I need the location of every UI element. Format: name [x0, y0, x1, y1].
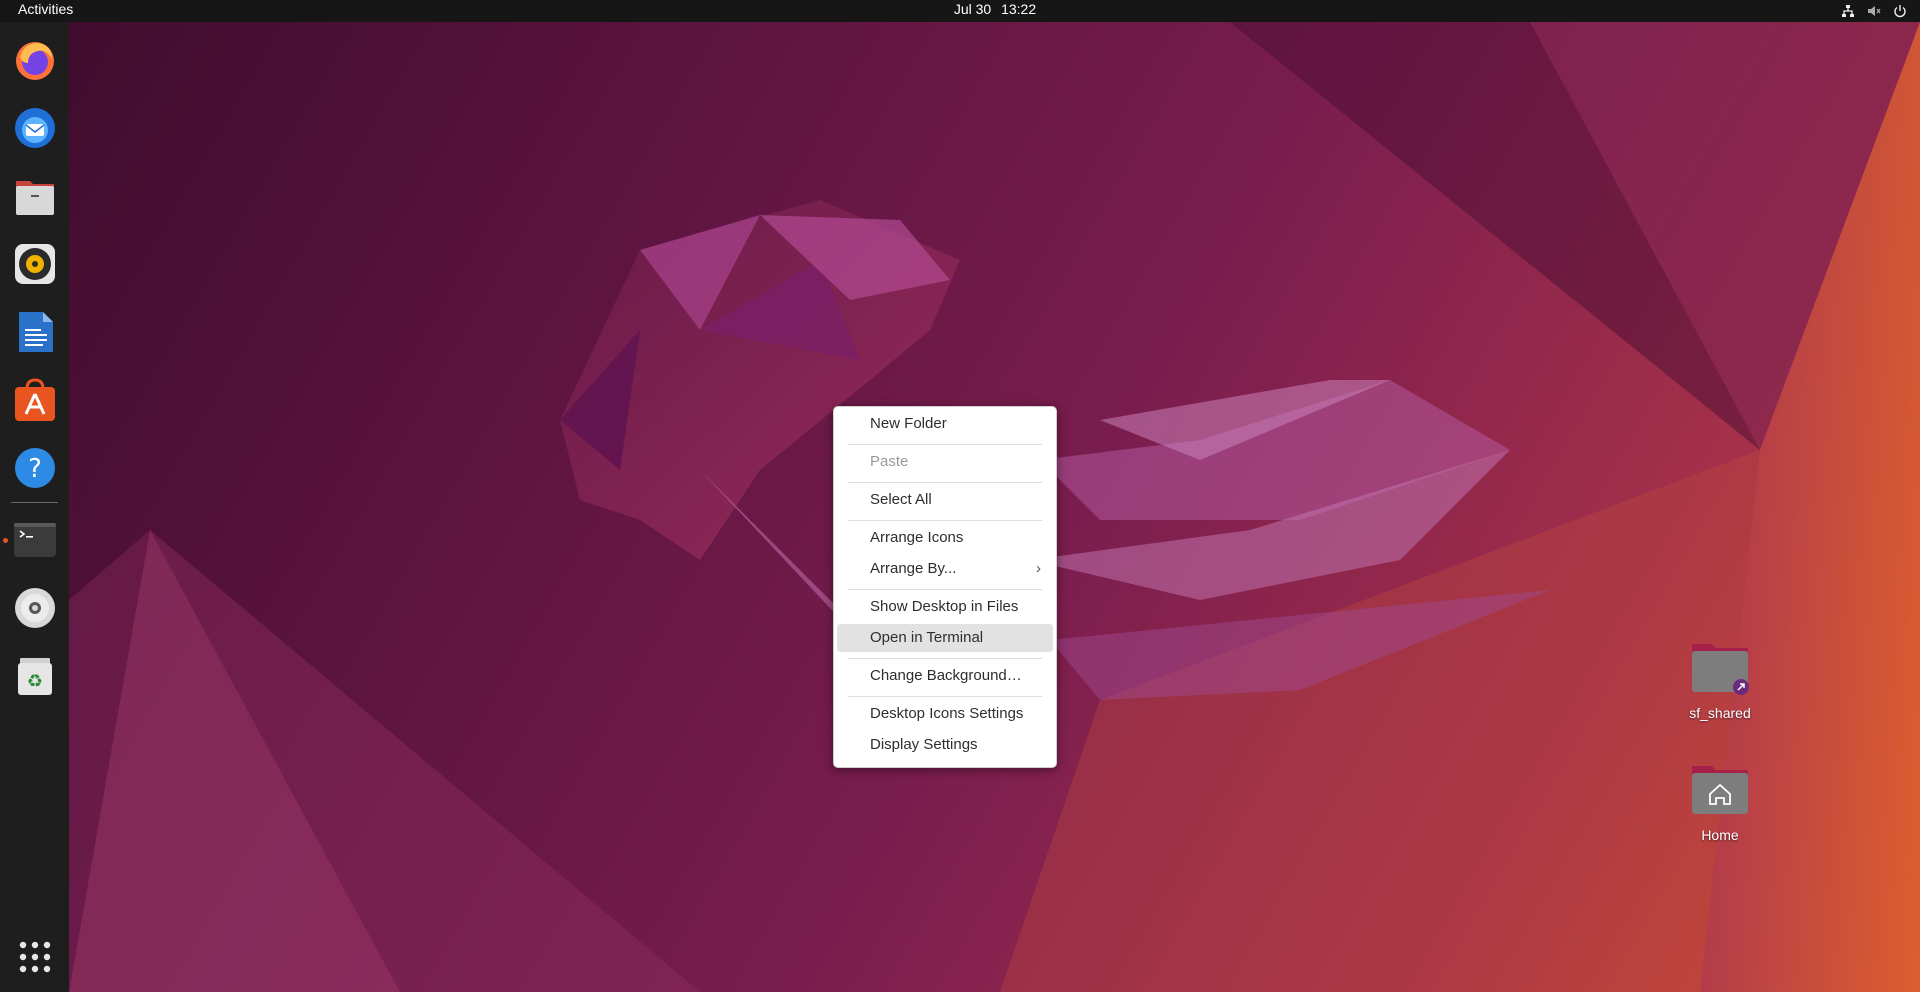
shared-folder-icon: [1692, 644, 1749, 695]
menu-separator: [848, 482, 1042, 483]
dock-item-terminal[interactable]: [10, 515, 60, 565]
clock-time: 13:22: [1001, 1, 1037, 17]
menu-item-show-desktop-in-files[interactable]: Show Desktop in Files: [837, 593, 1053, 621]
desktop-icon-label: Home: [1701, 827, 1739, 843]
dock: ? ♻: [0, 22, 69, 992]
system-tray[interactable]: [1840, 0, 1908, 22]
svg-text:♻: ♻: [27, 671, 43, 692]
desktop-icon-sf-shared[interactable]: sf_shared: [1670, 640, 1770, 721]
dock-item-rhythmbox[interactable]: [10, 239, 60, 289]
dock-item-files[interactable]: [10, 171, 60, 221]
menu-item-desktop-icons-settings[interactable]: Desktop Icons Settings: [837, 700, 1053, 728]
help-icon: ?: [15, 448, 55, 488]
terminal-icon: [14, 523, 56, 557]
dock-item-firefox[interactable]: [10, 35, 60, 85]
menu-separator: [848, 444, 1042, 445]
top-bar: Activities Jul 30 13:22: [0, 0, 1920, 22]
menu-item-paste[interactable]: Paste: [837, 448, 1053, 476]
desktop-icon-label: sf_shared: [1689, 705, 1751, 721]
trash-icon: ♻: [18, 658, 52, 695]
menu-item-open-in-terminal[interactable]: Open in Terminal: [837, 624, 1053, 652]
dock-item-thunderbird[interactable]: [10, 103, 60, 153]
firefox-icon: [16, 42, 54, 80]
dock-separator: [11, 502, 58, 503]
dock-item-software[interactable]: [10, 375, 60, 425]
clock-button[interactable]: Jul 30 13:22: [900, 0, 1090, 22]
submenu-arrow-icon: ›: [1036, 560, 1041, 577]
network-icon[interactable]: [1840, 3, 1856, 19]
menu-separator: [848, 589, 1042, 590]
menu-separator: [848, 696, 1042, 697]
menu-item-display-settings[interactable]: Display Settings: [837, 731, 1053, 759]
power-icon[interactable]: [1892, 3, 1908, 19]
menu-separator: [848, 658, 1042, 659]
menu-item-change-background[interactable]: Change Background…: [837, 662, 1053, 690]
show-apps-button[interactable]: [10, 932, 60, 982]
disc-icon: [15, 588, 55, 628]
menu-item-select-all[interactable]: Select All: [837, 486, 1053, 514]
menu-separator: [848, 520, 1042, 521]
menu-item-arrange-by-label: Arrange By...: [870, 560, 957, 577]
svg-text:?: ?: [28, 454, 42, 484]
dock-item-disc[interactable]: [10, 583, 60, 633]
writer-icon: [19, 312, 53, 352]
volume-muted-icon[interactable]: [1866, 3, 1882, 19]
menu-item-arrange-icons[interactable]: Arrange Icons: [837, 524, 1053, 552]
rhythmbox-icon: [15, 244, 55, 284]
thunderbird-icon: [15, 108, 55, 148]
activities-button[interactable]: Activities: [8, 0, 83, 22]
dock-item-trash[interactable]: ♻: [10, 651, 60, 701]
dock-item-help[interactable]: ?: [10, 443, 60, 493]
software-icon: [15, 378, 55, 421]
desktop-icon-home[interactable]: Home: [1670, 762, 1770, 843]
running-indicator: [3, 538, 8, 543]
files-icon: [16, 181, 54, 215]
clock-date: Jul 30: [953, 1, 992, 17]
home-folder-icon: [1692, 766, 1748, 814]
menu-item-new-folder[interactable]: New Folder: [837, 410, 1053, 438]
desktop-context-menu: New Folder Paste Select All Arrange Icon…: [833, 406, 1057, 768]
app-grid-icon: [19, 941, 51, 973]
menu-item-arrange-by[interactable]: Arrange By... ›: [837, 555, 1053, 583]
dock-item-writer[interactable]: [10, 307, 60, 357]
